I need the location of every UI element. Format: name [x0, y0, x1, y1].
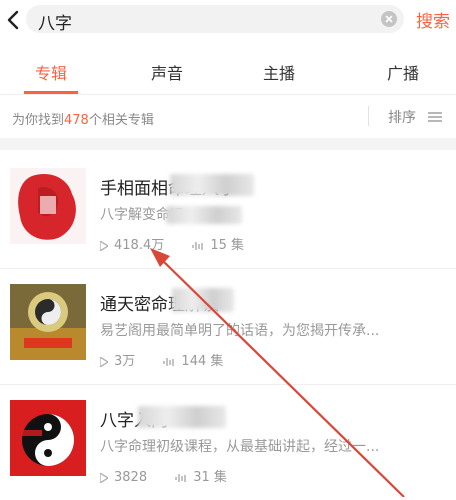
tab-albums[interactable]: 专辑: [6, 60, 96, 84]
album-stats: 3万 144 集: [100, 350, 247, 369]
sort-lines-icon[interactable]: [428, 112, 442, 122]
play-count: 3万: [114, 354, 136, 369]
active-tab-indicator: [24, 91, 78, 94]
play-icon: [100, 472, 108, 483]
tab-radio[interactable]: 广播: [358, 60, 448, 84]
pixelated-mask: [166, 206, 242, 224]
back-arrow-icon[interactable]: [2, 6, 24, 34]
divider: [368, 106, 369, 126]
album-stats: 418.4万 15 集: [100, 234, 268, 253]
track-count: 144 集: [181, 354, 224, 369]
search-bar: 八字 搜索: [0, 0, 456, 40]
play-count: 3828: [114, 470, 148, 485]
play-icon: [100, 356, 108, 367]
pixelated-mask: [170, 174, 254, 196]
album-item[interactable]: 通天密命理解读 易艺阁用最简单明了的话语，为您揭开传承... 3万 144 集: [0, 268, 456, 385]
pixelated-mask: [172, 288, 234, 312]
album-description: 八字解变命运。: [100, 207, 198, 223]
track-count: 15 集: [210, 238, 245, 253]
audio-wave-icon: [175, 473, 186, 482]
sort-button[interactable]: 排序: [388, 107, 416, 127]
album-stats: 3828 31 集: [100, 466, 251, 485]
play-icon: [100, 240, 108, 251]
tab-hosts[interactable]: 主播: [234, 60, 324, 84]
category-tabs: 专辑 声音 主播 广播: [0, 44, 456, 95]
search-query[interactable]: 八字: [38, 9, 72, 34]
play-count: 418.4万: [114, 238, 165, 253]
album-cover: [10, 168, 86, 244]
album-cover: [10, 284, 86, 360]
result-summary: 为你找到478个相关专辑 排序: [0, 96, 456, 138]
result-count: 478: [64, 113, 89, 128]
track-count: 31 集: [193, 470, 227, 485]
audio-wave-icon: [192, 241, 204, 250]
pixelated-mask: [138, 406, 226, 428]
search-input[interactable]: 八字: [26, 5, 404, 34]
result-count-text: 为你找到478个相关专辑: [12, 113, 154, 128]
search-button[interactable]: 搜索: [416, 7, 450, 32]
album-item[interactable]: 八字入门 八字命理初级课程，从最基础讲起，经过一... 3828 31 集: [0, 384, 456, 500]
section-separator: [0, 138, 456, 150]
album-cover: [10, 400, 86, 476]
clear-icon[interactable]: [380, 10, 398, 28]
audio-wave-icon: [163, 357, 175, 366]
tab-sounds[interactable]: 声音: [122, 60, 212, 84]
album-description: 易艺阁用最简单明了的话语，为您揭开传承...: [100, 323, 380, 339]
album-item[interactable]: 手相面相命理八字 八字解变命运。 418.4万 15 集: [0, 152, 456, 269]
album-description: 八字命理初级课程，从最基础讲起，经过一...: [100, 439, 380, 455]
